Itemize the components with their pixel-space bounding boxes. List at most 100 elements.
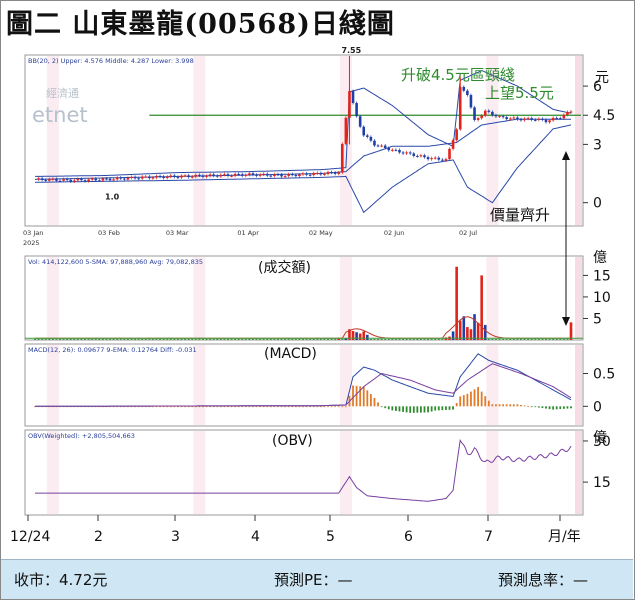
volume-bar [534, 338, 537, 340]
macd-hist-bar [219, 406, 222, 408]
macd-hist-bar [380, 406, 383, 408]
volume-bar [473, 314, 476, 340]
candle-body [94, 178, 98, 181]
candle-body [537, 118, 541, 120]
grid-band [486, 431, 499, 514]
macd-hist-bar [502, 404, 505, 407]
candle-body [287, 174, 291, 176]
volume-bar [458, 320, 462, 340]
macd-hist-bar [455, 403, 458, 407]
candle [451, 138, 455, 151]
candle-body [51, 178, 55, 180]
candle-body [330, 172, 333, 174]
candle-body [551, 117, 555, 121]
volume-bar [176, 338, 179, 340]
macd-hist-bar [462, 395, 465, 407]
candle-body [494, 115, 498, 117]
macd-hist-bar [262, 406, 265, 408]
candle-body [451, 140, 455, 149]
candle-body [80, 178, 83, 181]
macd-hist-bar [434, 406, 437, 411]
candle-body [366, 135, 369, 137]
volume-bar [462, 316, 466, 340]
candle-body [255, 174, 258, 176]
macd-hist-bar [223, 406, 226, 408]
candle-body [187, 175, 190, 178]
y-tick-label: 15 [593, 475, 611, 491]
macd-hist-bar [512, 404, 515, 407]
volume-bar [330, 338, 333, 340]
macd-hist-bar [312, 406, 315, 408]
candle [448, 147, 451, 161]
macd-hist-bar [527, 406, 530, 407]
volume-bar [305, 338, 308, 340]
macd-hist-bar [498, 404, 501, 407]
y-tick-label: 0 [593, 196, 602, 212]
volume-bar [380, 338, 383, 340]
macd-hist-bar [323, 406, 326, 408]
volume-bar [430, 338, 433, 340]
volume-bar [34, 338, 36, 340]
candle-body [98, 180, 101, 182]
volume-bar [559, 338, 562, 340]
volume-bar [262, 338, 265, 340]
date-label: 03 Mar [166, 229, 189, 237]
candle-body [62, 179, 65, 181]
candle-body [273, 174, 276, 176]
volume-bar [87, 338, 90, 340]
candle-body [426, 157, 430, 160]
grid-band [575, 345, 582, 425]
candle-body [433, 157, 437, 159]
candle [469, 93, 473, 109]
candle-body [169, 175, 173, 177]
candle-body [290, 174, 294, 176]
candle-body [44, 179, 48, 181]
candle-body [87, 179, 90, 182]
candle-body [487, 110, 491, 112]
candle-body [101, 178, 105, 181]
volume-bar [280, 338, 283, 340]
candle-body [405, 152, 408, 154]
candle-body [476, 118, 480, 120]
grid-band [575, 56, 582, 225]
volume-bar [337, 338, 341, 340]
volume-bar [530, 338, 533, 340]
volume-bar [51, 338, 54, 340]
volume-bar [159, 338, 162, 340]
macd-hist-bar [470, 391, 472, 407]
candle-body [230, 175, 233, 177]
volume-bar [123, 338, 126, 340]
volume-bar [566, 338, 569, 340]
candle-body [201, 175, 205, 177]
volume-bar [234, 338, 237, 340]
candle [362, 125, 366, 137]
candle-body [498, 116, 501, 118]
macd-hist-bar [509, 404, 512, 407]
volume-bar [537, 338, 540, 340]
date-label: 2025 [23, 239, 40, 247]
candle-body [423, 155, 426, 158]
volume-bar [487, 338, 490, 340]
volume-bar [105, 338, 108, 340]
macd-hist-bar [269, 406, 272, 408]
volume-bar [309, 338, 312, 340]
macd-hist-bar [570, 406, 572, 409]
y-tick-label: 5 [593, 311, 602, 327]
macd-hist-bar [516, 404, 519, 407]
volume-unit: 億 [593, 250, 607, 266]
month-label: 月/年 [548, 529, 581, 545]
breakout-note: 升破4.5元區頸綫 [401, 66, 515, 84]
date-label: 01 Apr [237, 229, 259, 237]
candle-body [544, 119, 548, 123]
volume-bar [209, 338, 212, 340]
volume-bar [180, 338, 183, 340]
candle-body [83, 180, 87, 182]
high-label: 7.55 [341, 46, 361, 55]
volume-bar [66, 338, 69, 340]
candle-body [319, 172, 323, 175]
candle-body [541, 118, 544, 120]
volume-bar [169, 338, 172, 340]
candle-body [419, 155, 423, 157]
grid-band [339, 257, 352, 339]
volume-bar [512, 338, 515, 340]
